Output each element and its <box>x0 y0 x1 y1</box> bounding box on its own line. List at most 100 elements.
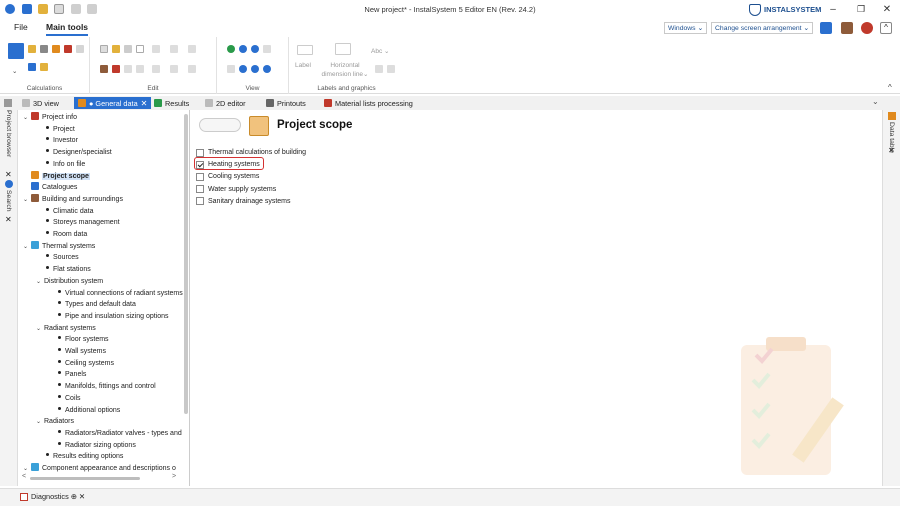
tree-item[interactable]: Investor <box>36 135 78 146</box>
move-icon[interactable] <box>124 65 132 73</box>
cut-icon[interactable] <box>100 65 108 73</box>
checkbox[interactable] <box>196 148 204 157</box>
tree-item[interactable]: ⌄ Project info <box>23 112 77 123</box>
restore-button[interactable]: ❐ <box>851 2 871 17</box>
tree-item[interactable]: Climatic data <box>36 206 93 217</box>
tree-item[interactable]: Catalogues <box>23 182 77 193</box>
back-forward-icon[interactable] <box>199 118 241 132</box>
checkbox[interactable] <box>196 172 204 181</box>
scroll-right-icon[interactable]: > <box>172 473 176 480</box>
zoom-all-icon[interactable] <box>239 65 247 73</box>
tree-item[interactable]: Types and default data <box>50 299 136 310</box>
close-data-table-icon[interactable]: ✕ <box>888 146 895 155</box>
transform-icon[interactable] <box>152 45 160 53</box>
catalog-icon[interactable] <box>28 45 36 53</box>
tab-general-data[interactable]: ● General data ✕ <box>74 97 152 109</box>
chevron-down-icon[interactable]: ⌄ <box>23 242 31 253</box>
tree-item[interactable]: ⌄ Thermal systems <box>23 240 95 253</box>
chevron-down-icon[interactable]: ⌄ <box>12 67 17 75</box>
project-browser-tab[interactable]: Project browser <box>5 110 12 157</box>
select-icon[interactable] <box>136 45 144 53</box>
database-icon[interactable] <box>841 22 853 34</box>
tree-item[interactable]: ⌄ Building and surroundings <box>23 193 123 206</box>
vertical-scrollbar[interactable] <box>184 114 188 414</box>
tree-item[interactable]: Manifolds, fittings and control <box>50 381 156 392</box>
diagnostics-tab[interactable]: Diagnostics ⊕ ✕ <box>20 492 85 501</box>
menu-file[interactable]: File <box>14 22 28 32</box>
image-icon[interactable] <box>387 65 395 73</box>
warning-icon[interactable] <box>64 45 72 53</box>
zoom-next-icon[interactable] <box>263 65 271 73</box>
scale-icon[interactable] <box>152 65 160 73</box>
tabs-overflow-icon[interactable]: ⌄ <box>872 97 879 106</box>
tab-results[interactable]: Results <box>150 97 193 109</box>
menu-main-tools[interactable]: Main tools <box>46 22 89 36</box>
tree-item[interactable]: Additional options <box>50 405 120 416</box>
tree-item[interactable]: Results editing options <box>36 451 123 462</box>
pan-icon[interactable] <box>227 65 235 73</box>
tree-item[interactable]: Ceiling systems <box>50 358 114 369</box>
chevron-down-icon[interactable]: ⌄ <box>23 195 31 206</box>
horizontal-scrollbar[interactable] <box>30 477 140 480</box>
tree-item[interactable]: Pipe and insulation sizing options <box>50 311 169 322</box>
tree-item[interactable]: Project <box>36 124 75 135</box>
chevron-down-icon[interactable]: ⌄ <box>23 113 31 124</box>
minimize-button[interactable]: – <box>823 2 843 17</box>
search-icon[interactable] <box>5 180 13 188</box>
fitting-icon[interactable] <box>76 45 84 53</box>
windows-select[interactable]: Windows ⌄ <box>664 22 708 34</box>
chevron-down-icon[interactable]: ⌄ <box>36 324 44 335</box>
calculate-icon[interactable] <box>8 43 24 59</box>
tab-2d-editor[interactable]: 2D editor <box>201 97 250 109</box>
copy-icon[interactable] <box>100 45 108 53</box>
tab-material-lists[interactable]: Material lists processing <box>320 97 417 109</box>
tree-item[interactable]: Coils <box>50 393 81 404</box>
search-tab[interactable]: Search <box>5 190 12 212</box>
collapse-icon[interactable]: ^ <box>888 83 892 92</box>
pin-icon[interactable]: ✕ <box>5 170 12 179</box>
tree-item[interactable]: Radiator sizing options <box>50 440 136 451</box>
layout-icon[interactable] <box>820 22 832 34</box>
graphics-icon[interactable] <box>375 65 383 73</box>
tree-item[interactable]: Designer/specialist <box>36 147 112 158</box>
tree-item[interactable]: ⌄ Component appearance and descriptions o <box>23 463 176 474</box>
scroll-left-icon[interactable]: < <box>22 473 26 480</box>
tree-item[interactable]: Radiators/Radiator valves - types and <box>50 428 182 439</box>
dimension-line-icon[interactable] <box>335 43 351 55</box>
collapse-ribbon-icon[interactable]: ^ <box>880 22 892 34</box>
tree-item[interactable]: Wall systems <box>50 346 106 357</box>
group-icon[interactable] <box>170 65 178 73</box>
screen-arrangement-select[interactable]: Change screen arrangement ⌄ <box>711 22 814 34</box>
mirror-icon[interactable] <box>170 45 178 53</box>
zoom-window-icon[interactable] <box>251 45 259 53</box>
tree-item[interactable]: Info on file <box>36 159 85 170</box>
tree-item[interactable]: ⌄ Radiators <box>36 416 74 427</box>
undo-edit-icon[interactable] <box>124 45 132 53</box>
checkbox[interactable] <box>196 185 204 194</box>
zoom-out-icon[interactable] <box>239 45 247 53</box>
rotate-icon[interactable] <box>136 65 144 73</box>
scope-option[interactable]: Water supply systems <box>196 184 276 195</box>
tab-3d-view[interactable]: 3D view <box>18 97 63 109</box>
properties-icon[interactable] <box>188 65 196 73</box>
horizontal-line-label[interactable]: Horizontal <box>323 62 367 69</box>
list-icon[interactable] <box>28 63 36 71</box>
project-scope-icon[interactable] <box>52 45 60 53</box>
tree-item[interactable]: Room data <box>36 229 87 240</box>
close-button[interactable]: ✕ <box>877 2 897 17</box>
tree-item[interactable]: Storeys management <box>36 217 120 228</box>
tree-item[interactable]: Panels <box>50 369 86 380</box>
close-search-icon[interactable]: ✕ <box>5 215 12 224</box>
tab-printouts[interactable]: Printouts <box>262 97 310 109</box>
tree-item[interactable]: Virtual connections of radiant systems <box>50 288 183 299</box>
zoom-prev-icon[interactable] <box>251 65 259 73</box>
tree-item[interactable]: Sources <box>36 252 79 263</box>
tree-item[interactable]: Flat stations <box>36 264 91 275</box>
checkbox[interactable] <box>196 197 204 206</box>
chevron-down-icon[interactable]: ⌄ <box>36 417 44 428</box>
tree-item[interactable]: ⌄ Distribution system <box>36 276 103 287</box>
dimension-line-label[interactable]: dimension line⌄ <box>317 70 373 78</box>
grid-icon[interactable] <box>4 99 12 107</box>
scope-option[interactable]: Cooling systems <box>196 171 259 182</box>
view-mode-icon[interactable] <box>263 45 271 53</box>
